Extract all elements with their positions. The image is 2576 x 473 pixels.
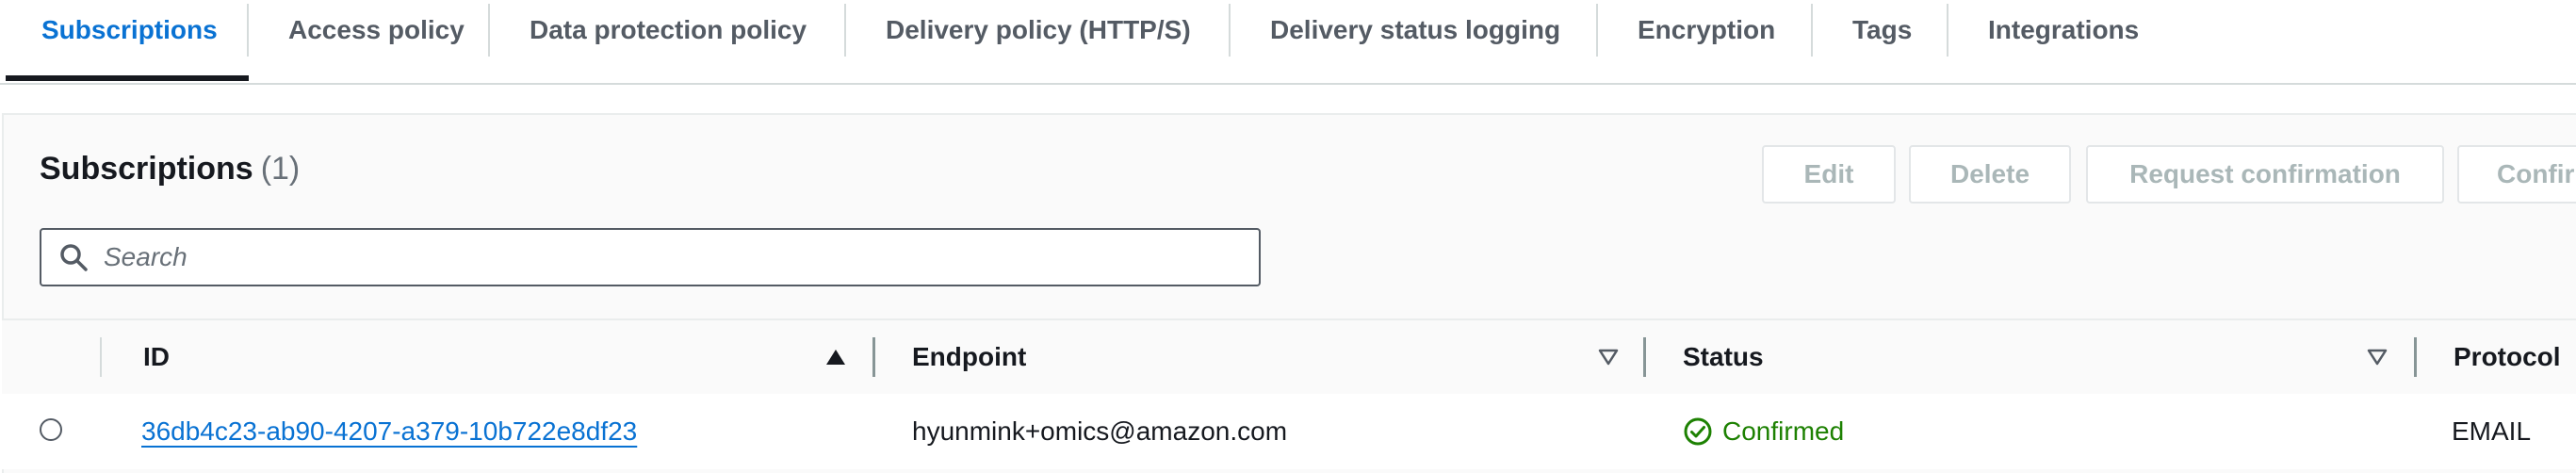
panel-title: Subscriptions (1) bbox=[40, 151, 300, 188]
subscription-count: (1) bbox=[260, 151, 301, 187]
table-row[interactable]: 36db4c23-ab90-4207-a379-10b722e8df23 hyu… bbox=[2, 394, 2576, 469]
column-header-protocol[interactable]: Protocol bbox=[2454, 320, 2561, 394]
active-tab-indicator bbox=[6, 75, 249, 81]
search-field[interactable] bbox=[40, 228, 1261, 286]
tab-divider bbox=[844, 4, 846, 57]
column-resize-handle[interactable] bbox=[1643, 337, 1646, 377]
status-cell: Confirmed bbox=[1683, 394, 1844, 469]
confirm-subscription-button[interactable]: Confirm subscription bbox=[2457, 145, 2576, 204]
tab-divider bbox=[1811, 4, 1813, 57]
panel-title-text: Subscriptions bbox=[40, 151, 253, 187]
protocol-cell: EMAIL bbox=[2452, 416, 2532, 446]
column-header-id[interactable]: ID bbox=[143, 320, 170, 394]
endpoint-cell: hyunmink+omics@amazon.com bbox=[912, 416, 1288, 446]
column-divider bbox=[100, 337, 102, 377]
search-icon bbox=[58, 242, 89, 272]
column-resize-handle[interactable] bbox=[872, 337, 875, 377]
tab-access-policy[interactable]: Access policy bbox=[288, 0, 465, 60]
request-confirmation-button[interactable]: Request confirmation bbox=[2086, 145, 2444, 204]
tab-divider bbox=[1947, 4, 1948, 57]
tab-tags[interactable]: Tags bbox=[1852, 0, 1912, 60]
tab-encryption[interactable]: Encryption bbox=[1638, 0, 1775, 60]
column-header-endpoint[interactable]: Endpoint bbox=[912, 320, 1026, 394]
tab-divider bbox=[488, 4, 490, 57]
tab-divider bbox=[1229, 4, 1231, 57]
table-header: ID Endpoint Status Protocol bbox=[2, 318, 2576, 396]
column-header-status[interactable]: Status bbox=[1683, 320, 1764, 394]
tab-divider bbox=[247, 4, 249, 57]
tab-subscriptions[interactable]: Subscriptions bbox=[41, 0, 218, 60]
sort-ascending-icon[interactable] bbox=[822, 341, 850, 373]
tab-integrations[interactable]: Integrations bbox=[1988, 0, 2139, 60]
sort-icon[interactable] bbox=[1594, 341, 1622, 373]
tab-data-protection-policy[interactable]: Data protection policy bbox=[530, 0, 807, 60]
row-select-radio[interactable] bbox=[40, 418, 62, 441]
tab-bar: Subscriptions Access policy Data protect… bbox=[0, 0, 2576, 85]
tab-delivery-policy[interactable]: Delivery policy (HTTP/S) bbox=[886, 0, 1191, 60]
subscription-id[interactable]: 36db4c23-ab90-4207-a379-10b722e8df23 bbox=[141, 416, 637, 447]
tab-divider bbox=[1596, 4, 1598, 57]
status-text: Confirmed bbox=[1722, 416, 1845, 446]
column-resize-handle[interactable] bbox=[2414, 337, 2417, 377]
subscription-id-link[interactable]: 36db4c23-ab90-4207-a379-10b722e8df23 bbox=[141, 394, 637, 469]
delete-button[interactable]: Delete bbox=[1909, 145, 2071, 204]
check-circle-icon bbox=[1683, 416, 1713, 447]
sort-icon[interactable] bbox=[2363, 341, 2391, 373]
edit-button[interactable]: Edit bbox=[1762, 145, 1896, 204]
tab-delivery-status-logging[interactable]: Delivery status logging bbox=[1270, 0, 1560, 60]
search-input[interactable] bbox=[102, 241, 1217, 273]
